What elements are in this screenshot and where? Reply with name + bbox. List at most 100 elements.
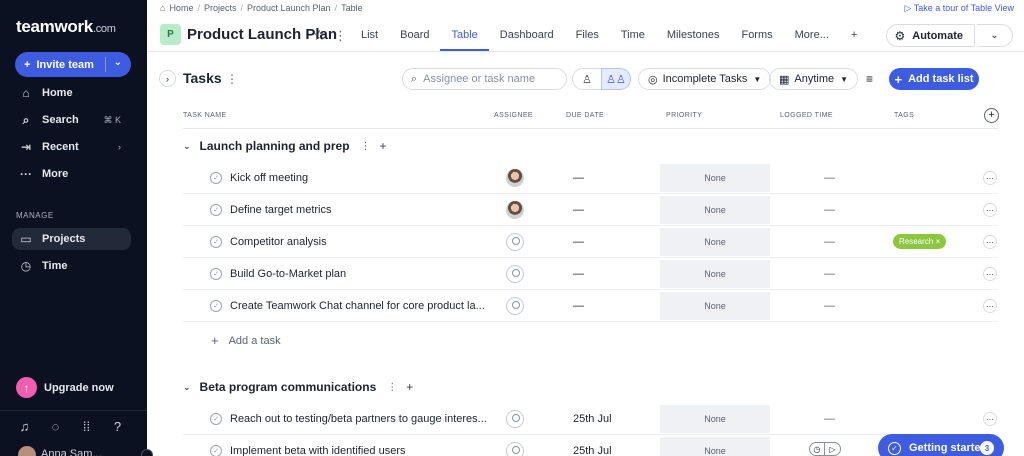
table-row[interactable]: ✓ Reach out to testing/beta partners to …	[183, 403, 999, 435]
list-options-icon[interactable]: ⋮	[361, 141, 371, 152]
task-name[interactable]: Build Go-to-Market plan	[230, 268, 346, 280]
my-tasks-toggle[interactable]: ♙	[572, 68, 602, 90]
table-row[interactable]: ✓ Implement beta with identified users 2…	[183, 435, 999, 456]
row-options-icon[interactable]: ···	[983, 235, 997, 249]
logged-time[interactable]: —	[824, 300, 835, 312]
assign-user-icon[interactable]	[506, 410, 524, 428]
tab-more[interactable]: More...	[784, 21, 840, 51]
priority-cell[interactable]: None	[660, 260, 770, 288]
avatar[interactable]	[506, 169, 524, 187]
tag-badge[interactable]: Research ×	[893, 234, 947, 249]
row-options-icon[interactable]: ···	[983, 412, 997, 426]
assign-user-icon[interactable]	[506, 442, 524, 456]
priority-cell[interactable]: None	[660, 164, 770, 192]
complete-checkbox[interactable]: ✓	[210, 236, 222, 248]
row-options-icon[interactable]: ···	[983, 267, 997, 281]
task-name[interactable]: Reach out to testing/beta partners to ga…	[230, 413, 487, 425]
task-name[interactable]: Competitor analysis	[230, 236, 327, 248]
due-date[interactable]: 25th Jul	[573, 445, 612, 456]
priority-cell[interactable]: None	[660, 437, 770, 456]
assign-user-icon[interactable]	[506, 233, 524, 251]
logged-time[interactable]: —	[824, 172, 835, 184]
add-column-button[interactable]: +	[984, 108, 999, 123]
sidebar-item-home[interactable]: ⌂ Home	[16, 82, 131, 104]
task-name[interactable]: Implement beta with identified users	[230, 445, 405, 456]
sidebar-item-projects[interactable]: ▭ Projects	[12, 228, 131, 250]
table-row[interactable]: ✓ Competitor analysis — None — Research …	[183, 226, 999, 258]
complete-checkbox[interactable]: ✓	[210, 413, 222, 425]
play-icon[interactable]: ▷	[825, 442, 841, 456]
tab-files[interactable]: Files	[565, 21, 610, 51]
add-task-plus-icon[interactable]: +	[406, 380, 413, 394]
table-row[interactable]: ✓ Kick off meeting — None — ···	[183, 162, 999, 194]
bell-icon[interactable]: ♫	[18, 419, 31, 434]
avatar[interactable]	[18, 446, 36, 456]
due-date[interactable]: 25th Jul	[573, 413, 612, 425]
task-name[interactable]: Create Teamwork Chat channel for core pr…	[230, 300, 485, 312]
assign-user-icon[interactable]	[506, 265, 524, 283]
add-task-list-button[interactable]: + Add task list	[889, 68, 979, 90]
clock-icon[interactable]: ◷	[809, 442, 825, 456]
star-icon[interactable]: ☆	[313, 27, 326, 44]
logged-time[interactable]: —	[824, 236, 835, 248]
complete-checkbox[interactable]: ✓	[210, 268, 222, 280]
add-task-button[interactable]: + Add a task	[211, 333, 281, 348]
add-tab-button[interactable]: +	[840, 21, 868, 51]
add-task-plus-icon[interactable]: +	[380, 139, 387, 153]
task-name[interactable]: Kick off meeting	[230, 172, 308, 184]
due-date[interactable]: —	[573, 300, 584, 312]
sidebar-item-recent[interactable]: ⇥ Recent ›	[16, 136, 131, 158]
help-icon[interactable]: ?	[111, 419, 124, 434]
tab-table[interactable]: Table	[440, 21, 489, 51]
column-assignee[interactable]: ASSIGNEE	[494, 112, 533, 119]
tab-board[interactable]: Board	[389, 21, 440, 51]
tab-forms[interactable]: Forms	[730, 21, 783, 51]
tab-list[interactable]: List	[350, 21, 389, 51]
column-task-name[interactable]: TASK NAME	[183, 112, 227, 119]
table-row[interactable]: ✓ Define target metrics — None — ···	[183, 194, 999, 226]
tasks-options-icon[interactable]: ⋮	[226, 72, 238, 86]
chat-icon[interactable]: ◌	[49, 419, 62, 434]
logged-time[interactable]: —	[824, 204, 835, 216]
teamwork-logo[interactable]: teamwork.com	[16, 17, 116, 37]
chevron-down-icon[interactable]: ⌄	[183, 141, 191, 152]
chevron-down-icon[interactable]: ⌄	[114, 57, 122, 68]
column-logged-time[interactable]: LOGGED TIME	[780, 112, 833, 119]
logged-time[interactable]: —	[824, 413, 835, 425]
project-options-icon[interactable]: ⋮	[334, 28, 347, 44]
date-filter-dropdown[interactable]: ▦ Anytime ▼	[769, 68, 859, 90]
breadcrumb-project[interactable]: Product Launch Plan	[247, 3, 331, 13]
row-options-icon[interactable]: ···	[983, 299, 997, 313]
task-name[interactable]: Define target metrics	[230, 204, 331, 216]
due-date[interactable]: —	[573, 236, 584, 248]
table-row[interactable]: ✓ Create Teamwork Chat channel for core …	[183, 290, 999, 322]
column-tags[interactable]: TAGS	[894, 112, 914, 119]
apps-grid-icon[interactable]: ⁞⁞	[80, 419, 93, 434]
invite-team-button[interactable]: + Invite team ⌄	[15, 52, 131, 77]
complete-checkbox[interactable]: ✓	[210, 445, 222, 456]
due-date[interactable]: —	[573, 268, 584, 280]
sidebar-item-more[interactable]: ··· More	[16, 163, 131, 185]
chevron-down-icon[interactable]: ⌄	[183, 382, 191, 393]
getting-started-button[interactable]: ✓ Getting started 3	[878, 434, 1004, 456]
complete-checkbox[interactable]: ✓	[210, 204, 222, 216]
sidebar-item-search[interactable]: ⌕ Search ⌘ K	[16, 109, 131, 131]
due-date[interactable]: —	[573, 172, 584, 184]
column-due-date[interactable]: DUE DATE	[566, 112, 604, 119]
breadcrumb-projects[interactable]: Projects	[204, 3, 237, 13]
priority-cell[interactable]: None	[660, 292, 770, 320]
task-filter-dropdown[interactable]: ◎ Incomplete Tasks ▼	[638, 68, 772, 90]
automate-button[interactable]: ⚙ Automate	[885, 24, 975, 47]
assign-user-icon[interactable]	[506, 297, 524, 315]
priority-cell[interactable]: None	[660, 405, 770, 433]
complete-checkbox[interactable]: ✓	[210, 300, 222, 312]
breadcrumb-home[interactable]: Home	[169, 3, 193, 13]
search-input[interactable]: ⌕ Assignee or task name	[402, 68, 567, 90]
tour-link[interactable]: ▷ Take a tour of Table View	[905, 3, 1015, 14]
priority-cell[interactable]: None	[660, 196, 770, 224]
priority-cell[interactable]: None	[660, 228, 770, 256]
logged-time[interactable]: —	[824, 268, 835, 280]
task-list-header[interactable]: ⌄ Beta program communications ⋮ +	[183, 380, 413, 394]
row-options-icon[interactable]: ···	[983, 171, 997, 185]
avatar[interactable]	[506, 201, 524, 219]
